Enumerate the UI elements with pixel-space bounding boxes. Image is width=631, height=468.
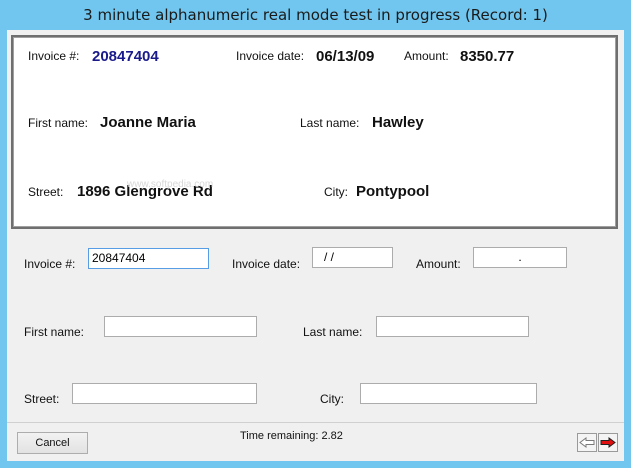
entry-amount-label: Amount: (416, 257, 461, 271)
entry-amount-input[interactable]: . (473, 247, 567, 268)
entry-street-label: Street: (24, 392, 60, 406)
entry-first-name-input[interactable] (104, 316, 257, 337)
record-amount-label: Amount: (404, 49, 449, 63)
previous-record-button[interactable] (577, 433, 597, 452)
record-last-name-value: Hawley (372, 114, 424, 131)
arrow-right-icon (600, 437, 616, 448)
record-invoice-value: 20847404 (92, 48, 159, 65)
footer-divider (7, 422, 624, 423)
entry-last-name-input[interactable] (376, 316, 529, 337)
record-street-label: Street: (28, 185, 64, 199)
entry-date-input[interactable]: / / (312, 247, 393, 268)
entry-street-input[interactable] (72, 383, 257, 404)
entry-last-name-label: Last name: (303, 325, 363, 339)
record-first-name-label: First name: (28, 116, 89, 130)
entry-first-name-label: First name: (24, 325, 85, 339)
entry-invoice-label: Invoice #: (24, 257, 76, 271)
record-first-name-value: Joanne Maria (100, 114, 196, 131)
next-record-button[interactable] (598, 433, 618, 452)
test-window: Invoice #: 20847404 Invoice date: 06/13/… (7, 30, 624, 461)
softpedia-watermark: www.softpedia.com (127, 179, 214, 190)
window-title: 3 minute alphanumeric real mode test in … (0, 0, 631, 30)
source-record-panel: Invoice #: 20847404 Invoice date: 06/13/… (11, 35, 618, 229)
record-city-label: City: (324, 185, 348, 199)
arrow-left-icon (579, 437, 595, 448)
record-date-value: 06/13/09 (316, 48, 375, 65)
record-city-value: Pontypool (356, 183, 430, 200)
entry-city-input[interactable] (360, 383, 537, 404)
cancel-button[interactable]: Cancel (17, 432, 88, 454)
entry-date-label: Invoice date: (232, 257, 301, 271)
entry-invoice-input[interactable]: 20847404 (88, 248, 209, 269)
time-remaining: Time remaining: 2.82 (240, 430, 343, 442)
record-invoice-label: Invoice #: (28, 49, 80, 63)
entry-city-label: City: (320, 392, 344, 406)
record-date-label: Invoice date: (236, 49, 305, 63)
record-last-name-label: Last name: (300, 116, 360, 130)
record-amount-value: 8350.77 (460, 48, 515, 65)
